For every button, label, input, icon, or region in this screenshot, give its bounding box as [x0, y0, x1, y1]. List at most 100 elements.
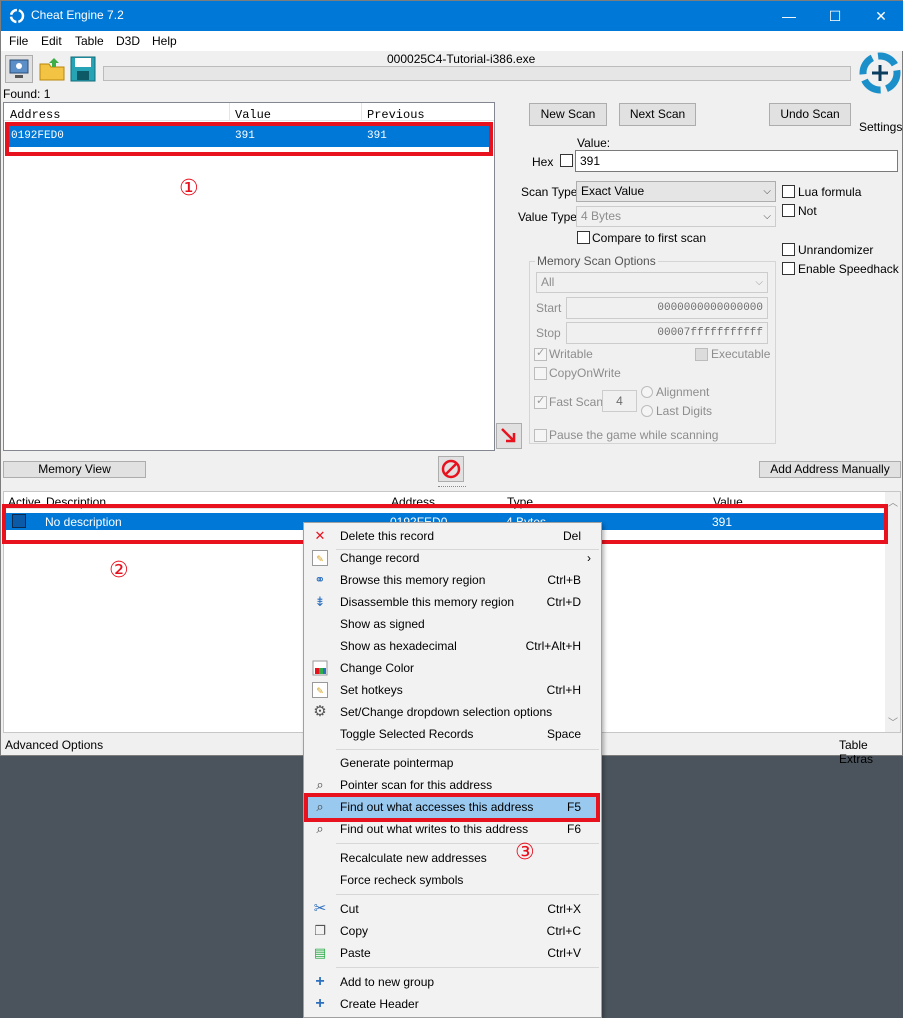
stop-address-input[interactable]: 00007fffffffffff — [566, 322, 768, 344]
menu-edit[interactable]: Edit — [41, 34, 62, 48]
lua-formula-label: Lua formula — [798, 185, 862, 199]
menu-create-header[interactable]: + Create Header — [306, 993, 599, 1015]
settings-label[interactable]: Settings — [859, 120, 902, 134]
menu-recalculate[interactable]: Recalculate new addresses — [306, 847, 599, 869]
value-type-select[interactable]: 4 Bytes ⌵ — [576, 206, 776, 227]
add-to-list-button[interactable] — [496, 423, 522, 449]
menu-paste[interactable]: ▤ Paste Ctrl+V — [306, 942, 599, 964]
copyonwrite-checkbox[interactable] — [534, 367, 547, 380]
find-write-icon: ⌕ — [316, 821, 324, 836]
menu-toggle-selected[interactable]: Toggle Selected Records Space — [306, 723, 599, 745]
menu-delete-record[interactable]: ✕ Delete this record Del — [306, 525, 599, 547]
start-address-input[interactable]: 0000000000000000 — [566, 297, 768, 319]
fast-scan-checkbox[interactable] — [534, 394, 547, 409]
menu-file[interactable]: File — [9, 34, 28, 48]
menu-browse-memory[interactable]: ⚭ Browse this memory region Ctrl+B — [306, 569, 599, 591]
minimize-button[interactable]: — — [766, 1, 812, 31]
menu-bar: File Edit Table D3D Help — [1, 31, 903, 51]
header-address[interactable]: Address — [10, 108, 60, 122]
select-process-button[interactable] — [5, 55, 33, 83]
scan-progress-bar — [103, 66, 851, 81]
not-checkbox[interactable] — [782, 204, 795, 217]
writable-checkbox[interactable] — [534, 346, 547, 361]
scissors-icon: ✂ — [313, 900, 327, 917]
open-file-button[interactable] — [38, 55, 66, 83]
header-value[interactable]: Value — [235, 108, 271, 122]
delete-icon: ✕ — [314, 528, 326, 543]
speedhack-label: Enable Speedhack — [798, 262, 899, 276]
annotation-number-2: ② — [109, 558, 129, 583]
compare-first-checkbox[interactable] — [577, 231, 590, 244]
menu-generate-pointermap[interactable]: Generate pointermap — [306, 752, 599, 774]
clear-list-button[interactable] — [438, 456, 464, 482]
start-label: Start — [536, 301, 562, 315]
hex-checkbox[interactable] — [560, 154, 573, 167]
header-previous[interactable]: Previous — [367, 108, 425, 122]
annotation-number-3: ③ — [515, 840, 535, 865]
add-address-manually-button[interactable]: Add Address Manually — [759, 461, 901, 478]
next-scan-button[interactable]: Next Scan — [619, 103, 696, 126]
menu-change-record[interactable]: ✎ Change record › — [306, 547, 599, 569]
save-disk-icon — [70, 56, 96, 82]
fast-scan-value-input[interactable]: 4 — [602, 390, 637, 412]
scan-type-label: Scan Type — [521, 185, 578, 199]
edit-record-icon: ✎ — [312, 550, 328, 566]
context-menu: ✕ Delete this record Del ✎ Change record ›… — [303, 522, 602, 1018]
cheat-engine-logo-icon[interactable] — [857, 51, 903, 97]
memory-region-select[interactable]: All ⌵ — [536, 272, 768, 293]
menu-set-hotkeys[interactable]: ✎ Set hotkeys Ctrl+H — [306, 679, 599, 701]
alignment-radio[interactable] — [641, 386, 653, 398]
hotkey-icon: ✎ — [312, 682, 328, 698]
plus-icon: + — [315, 995, 325, 1012]
executable-label: Executable — [711, 347, 771, 361]
menu-show-signed[interactable]: Show as signed — [306, 613, 599, 635]
lua-formula-checkbox[interactable] — [782, 185, 795, 198]
maximize-button[interactable]: ☐ — [812, 1, 858, 31]
scan-type-select[interactable]: Exact Value ⌵ — [576, 181, 776, 202]
executable-checkbox[interactable] — [695, 348, 708, 361]
memory-view-button[interactable]: Memory View — [3, 461, 146, 478]
folder-open-icon — [39, 58, 65, 81]
annotation-box-3 — [304, 793, 600, 822]
color-icon — [312, 660, 328, 676]
memory-options-title: Memory Scan Options — [535, 254, 658, 268]
compare-first-label: Compare to first scan — [592, 231, 707, 245]
menu-d3d[interactable]: D3D — [116, 34, 140, 48]
paste-icon: ▤ — [313, 945, 327, 960]
app-logo-icon — [9, 8, 25, 24]
results-header: Address Value Previous — [4, 103, 494, 122]
menu-table[interactable]: Table — [75, 34, 104, 48]
menu-copy[interactable]: ❐ Copy Ctrl+C — [306, 920, 599, 942]
splitter-handle[interactable] — [438, 486, 466, 489]
scroll-up-icon[interactable]: ︿ — [888, 494, 898, 509]
copyonwrite-label: CopyOnWrite — [549, 366, 621, 380]
close-button[interactable]: ✕ — [858, 1, 903, 31]
menu-cut[interactable]: ✂ Cut Ctrl+X — [306, 898, 599, 920]
last-digits-label: Last Digits — [656, 404, 713, 418]
annotation-number-1: ① — [179, 176, 199, 201]
copy-icon: ❐ — [314, 923, 326, 938]
new-scan-button[interactable]: New Scan — [529, 103, 607, 126]
menu-show-hex[interactable]: Show as hexadecimal Ctrl+Alt+H — [306, 635, 599, 657]
menu-dropdown-options[interactable]: ⚙ Set/Change dropdown selection options — [306, 701, 599, 723]
advanced-options-link[interactable]: Advanced Options — [5, 738, 103, 752]
unrandomizer-label: Unrandomizer — [798, 243, 874, 257]
pause-game-checkbox[interactable] — [534, 429, 547, 442]
value-input[interactable]: 391 — [575, 150, 898, 172]
speedhack-checkbox[interactable] — [782, 262, 795, 275]
unrandomizer-checkbox[interactable] — [782, 243, 795, 256]
menu-add-group[interactable]: + Add to new group — [306, 971, 599, 993]
scroll-down-icon[interactable]: ﹀ — [888, 714, 898, 729]
menu-change-color[interactable]: Change Color — [306, 657, 599, 679]
table-extras-link[interactable]: Table Extras — [839, 738, 902, 766]
menu-force-recheck[interactable]: Force recheck symbols — [306, 869, 599, 891]
annotation-box-1 — [5, 122, 493, 156]
menu-disassemble[interactable]: ⇟ Disassemble this memory region Ctrl+D — [306, 591, 599, 613]
last-digits-radio[interactable] — [641, 405, 653, 417]
save-button[interactable] — [69, 55, 97, 83]
undo-scan-button[interactable]: Undo Scan — [769, 103, 851, 126]
no-sign-icon — [441, 459, 461, 479]
menu-help[interactable]: Help — [152, 34, 177, 48]
disassemble-icon: ⇟ — [314, 594, 326, 609]
hex-label: Hex — [532, 155, 554, 169]
